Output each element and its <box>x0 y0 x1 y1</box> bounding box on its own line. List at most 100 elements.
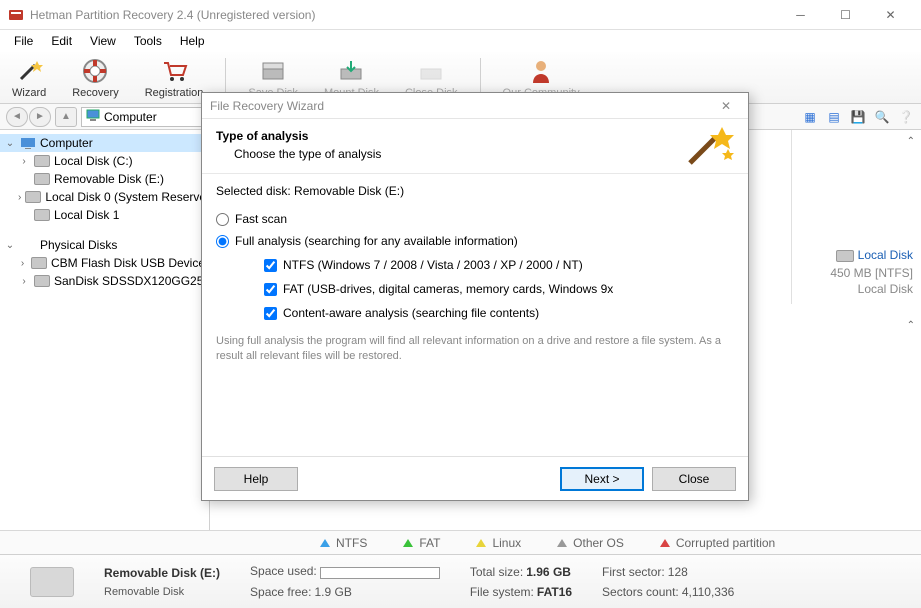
title-bar: Hetman Partition Recovery 2.4 (Unregiste… <box>0 0 921 30</box>
tree-local-0[interactable]: › Local Disk 0 (System Reserved) <box>0 188 209 206</box>
wizard-label: Wizard <box>12 87 46 99</box>
selected-disk-label: Selected disk: Removable Disk (E:) <box>216 184 734 198</box>
wand-icon <box>15 57 43 85</box>
dialog-close-button[interactable]: ✕ <box>712 96 740 116</box>
mount-disk-icon <box>337 57 365 85</box>
expand-icon[interactable]: › <box>18 258 27 269</box>
disk-icon <box>836 250 854 262</box>
ntfs-input[interactable] <box>264 259 277 272</box>
fast-scan-label: Fast scan <box>235 212 287 226</box>
menu-view[interactable]: View <box>82 32 124 50</box>
menu-tools[interactable]: Tools <box>126 32 170 50</box>
tree-local-c[interactable]: › Local Disk (C:) <box>0 152 209 170</box>
close-button[interactable]: Close <box>652 467 736 491</box>
nav-forward-button[interactable]: ► <box>29 107 51 127</box>
dialog-heading: Type of analysis <box>216 129 734 143</box>
save-icon[interactable]: 💾 <box>849 108 867 126</box>
lifebuoy-icon <box>81 57 109 85</box>
tree-removable-e[interactable]: Removable Disk (E:) <box>0 170 209 188</box>
cart-icon <box>160 57 188 85</box>
space-free-value: 1.9 GB <box>314 585 351 599</box>
expand-icon[interactable]: › <box>18 156 30 167</box>
disk-icon <box>25 190 41 204</box>
registration-label: Registration <box>145 87 204 99</box>
dialog-title-bar[interactable]: File Recovery Wizard ✕ <box>202 93 748 119</box>
window-title: Hetman Partition Recovery 2.4 (Unregiste… <box>30 8 778 22</box>
nav-up-button[interactable]: ▲ <box>55 107 77 127</box>
disk-icon <box>34 172 50 186</box>
view-list-icon[interactable]: ▤ <box>825 108 843 126</box>
file-recovery-wizard-dialog: File Recovery Wizard ✕ Type of analysis … <box>201 92 749 501</box>
recovery-button[interactable]: Recovery <box>68 55 122 101</box>
menu-bar: File Edit View Tools Help <box>0 30 921 52</box>
fast-scan-radio[interactable]: Fast scan <box>216 212 734 226</box>
fat-label: FAT (USB-drives, digital cameras, memory… <box>283 282 613 296</box>
app-icon <box>8 7 24 23</box>
dialog-description: Using full analysis the program will fin… <box>216 334 734 365</box>
first-sector-value: 128 <box>668 565 688 579</box>
disk-icon <box>34 208 50 222</box>
dialog-title: File Recovery Wizard <box>210 99 324 113</box>
menu-help[interactable]: Help <box>172 32 213 50</box>
person-icon <box>527 57 555 85</box>
tree-sandisk[interactable]: › SanDisk SDSSDX120GG25 <box>0 272 209 290</box>
expand-icon[interactable]: › <box>18 192 21 203</box>
ntfs-checkbox[interactable]: NTFS (Windows 7 / 2008 / Vista / 2003 / … <box>264 258 734 272</box>
fat-checkbox[interactable]: FAT (USB-drives, digital cameras, memory… <box>264 282 734 296</box>
content-aware-label: Content-aware analysis (searching file c… <box>283 306 539 320</box>
disk-icon <box>31 256 47 270</box>
disk-icon <box>30 567 74 597</box>
next-button[interactable]: Next > <box>560 467 644 491</box>
full-analysis-radio[interactable]: Full analysis (searching for any availab… <box>216 234 734 248</box>
menu-file[interactable]: File <box>6 32 41 50</box>
tree-panel: ⌄ Computer › Local Disk (C:) Removable D… <box>0 130 210 530</box>
tree-label: Local Disk 1 <box>54 208 119 222</box>
tree-label: SanDisk SDSSDX120GG25 <box>54 274 203 288</box>
tree-local-1[interactable]: Local Disk 1 <box>0 206 209 224</box>
content-aware-input[interactable] <box>264 307 277 320</box>
tree-label: CBM Flash Disk USB Device <box>51 256 205 270</box>
collapse-panel-icon[interactable]: ⌃ <box>907 320 915 331</box>
fast-scan-input[interactable] <box>216 213 229 226</box>
help-icon[interactable]: ❔ <box>897 108 915 126</box>
address-text: Computer <box>104 110 157 124</box>
preview-icon[interactable]: 🔍 <box>873 108 891 126</box>
tree-cbm-flash[interactable]: › CBM Flash Disk USB Device <box>0 254 209 272</box>
view-details-icon[interactable]: ▦ <box>801 108 819 126</box>
ntfs-label: NTFS (Windows 7 / 2008 / Vista / 2003 / … <box>283 258 583 272</box>
wand-icon <box>682 123 738 180</box>
minimize-button[interactable]: ─ <box>778 1 823 29</box>
expand-icon[interactable]: › <box>18 276 30 287</box>
tree-physical-disks[interactable]: ⌄ Physical Disks <box>0 236 209 254</box>
tree-label: Local Disk (C:) <box>54 154 133 168</box>
legend-linux: Linux <box>476 536 521 550</box>
content-aware-checkbox[interactable]: Content-aware analysis (searching file c… <box>264 306 734 320</box>
close-disk-icon <box>417 57 445 85</box>
total-size-value: 1.96 GB <box>526 565 571 579</box>
computer-icon <box>20 136 36 150</box>
disk-name: Local Disk <box>858 248 913 262</box>
full-analysis-input[interactable] <box>216 235 229 248</box>
recovery-label: Recovery <box>72 87 118 99</box>
tree-label: Local Disk 0 (System Reserved) <box>45 190 210 204</box>
tree-label: Removable Disk (E:) <box>54 172 164 186</box>
legend-fat: FAT <box>403 536 440 550</box>
collapse-icon[interactable]: ⌄ <box>4 240 16 251</box>
wizard-button[interactable]: Wizard <box>8 55 50 101</box>
menu-edit[interactable]: Edit <box>43 32 80 50</box>
tree-label: Physical Disks <box>40 238 117 252</box>
legend-corrupted: Corrupted partition <box>660 536 775 550</box>
legend-ntfs: NTFS <box>320 536 367 550</box>
space-used-bar <box>320 567 440 579</box>
fat-input[interactable] <box>264 283 277 296</box>
close-window-button[interactable]: ✕ <box>868 1 913 29</box>
tree-computer[interactable]: ⌄ Computer <box>0 134 209 152</box>
tree-label: Computer <box>40 136 93 150</box>
file-system-value: FAT16 <box>537 585 572 599</box>
registration-button[interactable]: Registration <box>141 55 208 101</box>
nav-back-button[interactable]: ◄ <box>6 107 28 127</box>
maximize-button[interactable]: ☐ <box>823 1 868 29</box>
disk-type: Local Disk <box>800 282 913 296</box>
help-button[interactable]: Help <box>214 467 298 491</box>
collapse-icon[interactable]: ⌄ <box>4 138 16 149</box>
